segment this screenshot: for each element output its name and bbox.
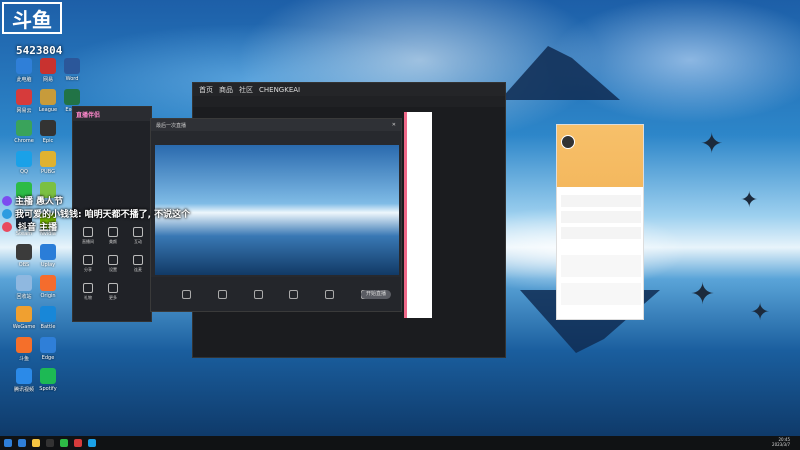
tool-icon	[133, 227, 143, 237]
avatar[interactable]	[561, 135, 575, 149]
tool-icon	[108, 255, 118, 265]
desktop-icon-label: Origin	[40, 293, 56, 299]
channel-name: CHENGKEAI	[259, 85, 301, 94]
nav-home[interactable]: 首页	[199, 85, 213, 95]
desktop-icon-label: Edge	[41, 355, 55, 361]
chat-message: 咱明天都不播了, 不说这个	[84, 210, 191, 220]
viewer-count: 5423804	[16, 44, 63, 57]
preview-title: 最后一次直播	[156, 122, 187, 129]
assistant-tool-button[interactable]: 美颜	[102, 227, 124, 245]
close-icon[interactable]: ✕	[392, 122, 396, 128]
list-item[interactable]	[561, 227, 641, 239]
taskbar: 20:45 2023/3/7	[0, 436, 800, 450]
assistant-title: 直播伴侣	[76, 111, 101, 119]
chat-line: 我可爱的小钱钱: 咱明天都不播了, 不说这个	[2, 207, 190, 220]
desktop-icon[interactable]: Spotify	[28, 368, 68, 406]
mic-icon[interactable]	[182, 289, 192, 299]
chat-message: 抖音 主播	[18, 223, 58, 233]
taskbar-app-icon[interactable]	[18, 439, 26, 447]
taskbar-app-icon[interactable]	[32, 439, 40, 447]
app-icon	[40, 275, 56, 291]
wallpaper-bird: ✦	[750, 298, 771, 326]
tool-label: 分享	[84, 267, 92, 272]
tool-label: 连麦	[134, 267, 142, 272]
profile-window[interactable]	[556, 124, 644, 320]
assistant-tool-button[interactable]: 互动	[127, 227, 149, 245]
tool-icon	[83, 283, 93, 293]
side-panel	[404, 112, 432, 318]
camera-icon[interactable]	[217, 289, 227, 299]
list-item[interactable]	[561, 255, 641, 277]
tool-label: 直播间	[82, 239, 94, 244]
desktop-icon-label: Battle	[40, 324, 56, 330]
start-live-button[interactable]: 开始直播	[361, 290, 391, 299]
tool-label: 美颜	[109, 239, 117, 244]
image-icon[interactable]	[289, 289, 299, 299]
wallpaper-bird: ✦	[700, 127, 724, 160]
assistant-tool-button[interactable]: 设置	[102, 255, 124, 273]
tool-icon	[108, 227, 118, 237]
chat-username: 主播	[15, 197, 34, 207]
chat-username: 我可爱的小钱钱:	[15, 210, 82, 220]
chat-message: 愚人节	[36, 197, 64, 207]
nav-community[interactable]: 社区	[239, 85, 253, 95]
nav-shop[interactable]: 商品	[219, 85, 233, 95]
desktop-icon-label: Word	[65, 76, 79, 82]
assistant-tool-button[interactable]: 连麦	[127, 255, 149, 273]
wallpaper-bird: ✦	[740, 188, 759, 213]
app-icon	[40, 244, 56, 260]
desktop-icon-label: Uplay	[40, 262, 56, 268]
main-window-titlebar: 首页 商品 社区 CHENGKEAI	[193, 83, 505, 96]
chat-line: 主播 愚人节	[2, 194, 63, 207]
taskbar-app-icon[interactable]	[88, 439, 96, 447]
user-badge-icon	[2, 221, 12, 232]
desktop-icon-label: Epic	[42, 138, 54, 144]
text-icon[interactable]	[324, 289, 334, 299]
assistant-tool-button[interactable]: 礼物	[77, 283, 99, 301]
app-icon	[64, 89, 80, 105]
tool-icon	[83, 227, 93, 237]
tool-icon	[108, 283, 118, 293]
app-icon	[40, 368, 56, 384]
list-item[interactable]	[561, 195, 641, 207]
taskbar-clock[interactable]: 20:45 2023/3/7	[772, 437, 790, 447]
app-icon	[64, 58, 80, 74]
screen-icon[interactable]	[253, 289, 263, 299]
taskbar-app-icon[interactable]	[74, 439, 82, 447]
chat-line: 抖音 主播	[2, 220, 57, 233]
clock-date: 2023/3/7	[772, 442, 790, 447]
tool-label: 设置	[109, 267, 117, 272]
tool-label: 礼物	[84, 295, 92, 300]
tool-icon	[133, 255, 143, 265]
preview-header: 最后一次直播 ✕	[151, 119, 401, 131]
tool-label: 更多	[109, 295, 117, 300]
app-icon	[40, 337, 56, 353]
tool-icon	[83, 255, 93, 265]
taskbar-app-icon[interactable]	[60, 439, 68, 447]
tool-label: 互动	[134, 239, 142, 244]
main-window-toolbar	[193, 96, 505, 107]
assistant-tool-button[interactable]: 更多	[102, 283, 124, 301]
list-item[interactable]	[561, 211, 641, 223]
desktop-icon-label: PUBG	[41, 169, 55, 175]
start-icon[interactable]	[4, 439, 12, 447]
list-item[interactable]	[561, 283, 641, 305]
assistant-header: 直播伴侣	[73, 107, 151, 121]
taskbar-app-icon[interactable]	[46, 439, 54, 447]
app-icon	[40, 306, 56, 322]
user-badge-icon	[2, 208, 12, 219]
desktop-icon-label: Spotify	[39, 386, 57, 392]
assistant-tool-button[interactable]: 直播间	[77, 227, 99, 245]
stream-logo: 斗鱼	[2, 2, 62, 34]
app-icon	[40, 151, 56, 167]
user-badge-icon	[2, 195, 12, 206]
preview-canvas	[155, 145, 399, 275]
assistant-tool-button[interactable]: 分享	[77, 255, 99, 273]
wallpaper-bird: ✦	[690, 277, 716, 312]
